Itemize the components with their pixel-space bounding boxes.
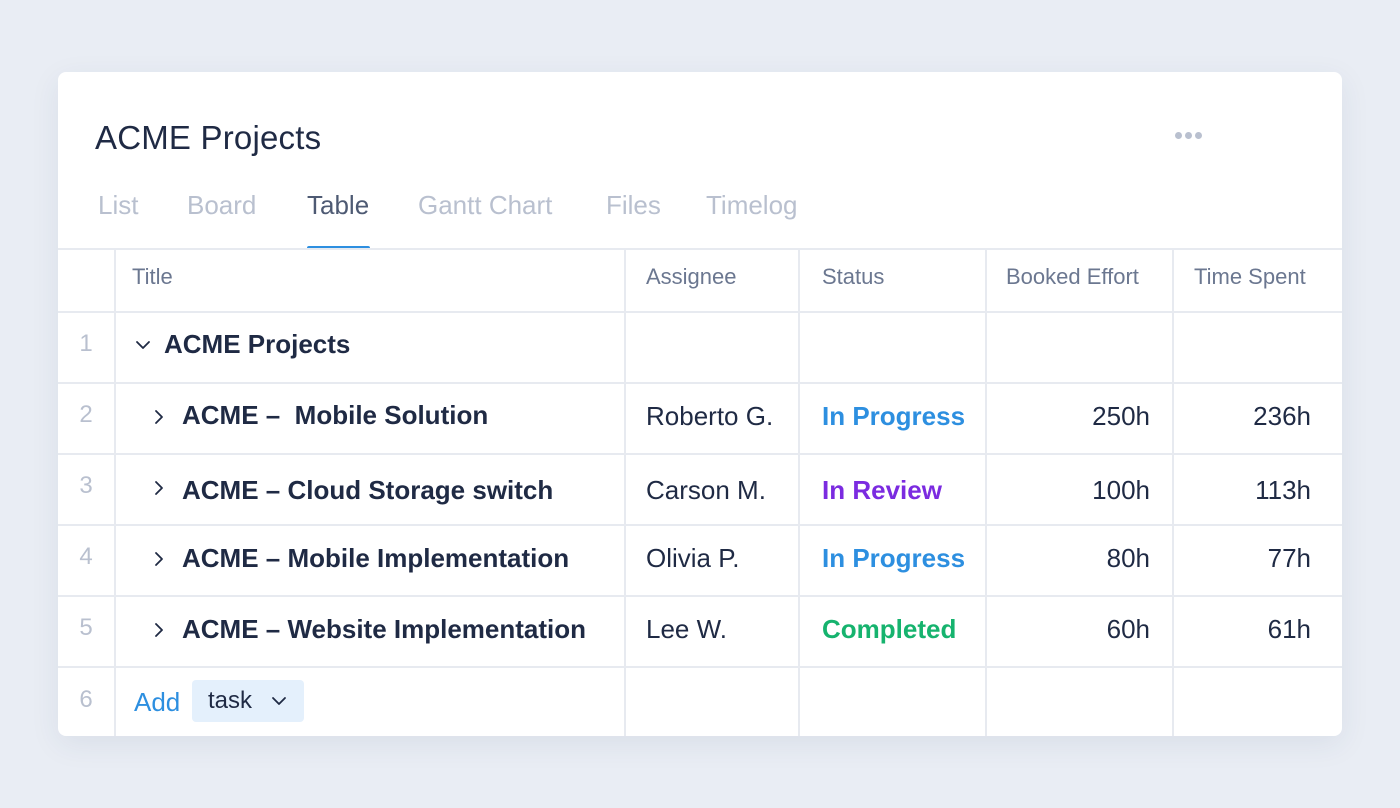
chevron-down-icon[interactable]	[134, 336, 152, 354]
project-card: ACME Projects List Board Table Gantt Cha…	[58, 72, 1342, 736]
row-number: 6	[79, 686, 93, 713]
column-header-time-spent[interactable]: Time Spent	[1194, 264, 1306, 290]
booked-effort[interactable]: 100h	[1092, 475, 1150, 506]
column-header-status[interactable]: Status	[822, 264, 884, 290]
task-title[interactable]: ACME – Cloud Storage switch	[182, 475, 553, 506]
chevron-right-icon[interactable]	[150, 408, 168, 426]
time-spent[interactable]: 61h	[1268, 614, 1311, 645]
status-badge[interactable]: In Review	[822, 475, 942, 506]
assignee[interactable]: Roberto G.	[646, 401, 773, 432]
tab-list[interactable]: List	[98, 190, 138, 250]
table-row[interactable]: 5 ACME – Website Implementation Lee W. C…	[58, 596, 1342, 666]
row-number: 4	[79, 543, 93, 570]
time-spent[interactable]: 77h	[1268, 543, 1311, 574]
booked-effort[interactable]: 60h	[1107, 614, 1150, 645]
table-row[interactable]: 3 ACME – Cloud Storage switch Carson M. …	[58, 454, 1342, 524]
assignee[interactable]: Carson M.	[646, 475, 766, 506]
item-type-select[interactable]: task	[192, 680, 304, 722]
add-task-row: 6 Add task	[58, 667, 1342, 736]
tab-label: List	[98, 190, 139, 220]
tab-board[interactable]: Board	[187, 190, 256, 250]
tab-label: Files	[606, 190, 661, 220]
time-spent[interactable]: 236h	[1253, 401, 1311, 432]
assignee[interactable]: Lee W.	[646, 614, 727, 645]
task-title[interactable]: ACME – Mobile Implementation	[182, 543, 569, 574]
time-spent[interactable]: 113h	[1255, 475, 1311, 506]
status-badge[interactable]: In Progress	[822, 543, 965, 574]
status-badge[interactable]: In Progress	[822, 401, 965, 432]
tab-label: Timelog	[706, 190, 798, 220]
row-number: 2	[79, 401, 93, 428]
column-header-booked-effort[interactable]: Booked Effort	[1006, 264, 1139, 290]
table-row[interactable]: 2 ACME – Mobile Solution Roberto G. In P…	[58, 383, 1342, 453]
assignee[interactable]: Olivia P.	[646, 543, 739, 574]
tab-table[interactable]: Table	[307, 190, 370, 250]
status-badge[interactable]: Completed	[822, 614, 956, 645]
chevron-down-icon	[270, 692, 288, 710]
row-number: 1	[79, 330, 93, 357]
column-header-assignee[interactable]: Assignee	[646, 264, 737, 290]
tab-files[interactable]: Files	[606, 190, 661, 250]
table-row[interactable]: 1 ACME Projects	[58, 312, 1342, 382]
tab-label: Table	[307, 190, 370, 220]
column-header-title[interactable]: Title	[132, 264, 173, 290]
tab-gantt-chart[interactable]: Gantt Chart	[418, 190, 552, 250]
item-type-label: task	[208, 687, 253, 714]
booked-effort[interactable]: 250h	[1092, 401, 1150, 432]
chevron-right-icon[interactable]	[150, 621, 168, 639]
row-number: 5	[79, 614, 93, 641]
tab-label: Board	[187, 190, 257, 220]
task-title[interactable]: ACME – Mobile Solution	[182, 400, 488, 431]
chevron-right-icon[interactable]	[150, 479, 168, 497]
add-button[interactable]: Add	[134, 687, 180, 718]
chevron-right-icon[interactable]	[150, 550, 168, 568]
tab-timelog[interactable]: Timelog	[706, 190, 798, 250]
table-row[interactable]: 4 ACME – Mobile Implementation Olivia P.…	[58, 525, 1342, 595]
task-title[interactable]: ACME – Website Implementation	[182, 614, 586, 645]
booked-effort[interactable]: 80h	[1107, 543, 1150, 574]
tab-label: Gantt Chart	[418, 190, 553, 220]
divider	[58, 248, 1342, 250]
task-title[interactable]: ACME Projects	[164, 329, 350, 360]
row-number: 3	[79, 472, 93, 499]
view-tabs: List Board Table Gantt Chart Files Timel…	[58, 72, 1342, 250]
